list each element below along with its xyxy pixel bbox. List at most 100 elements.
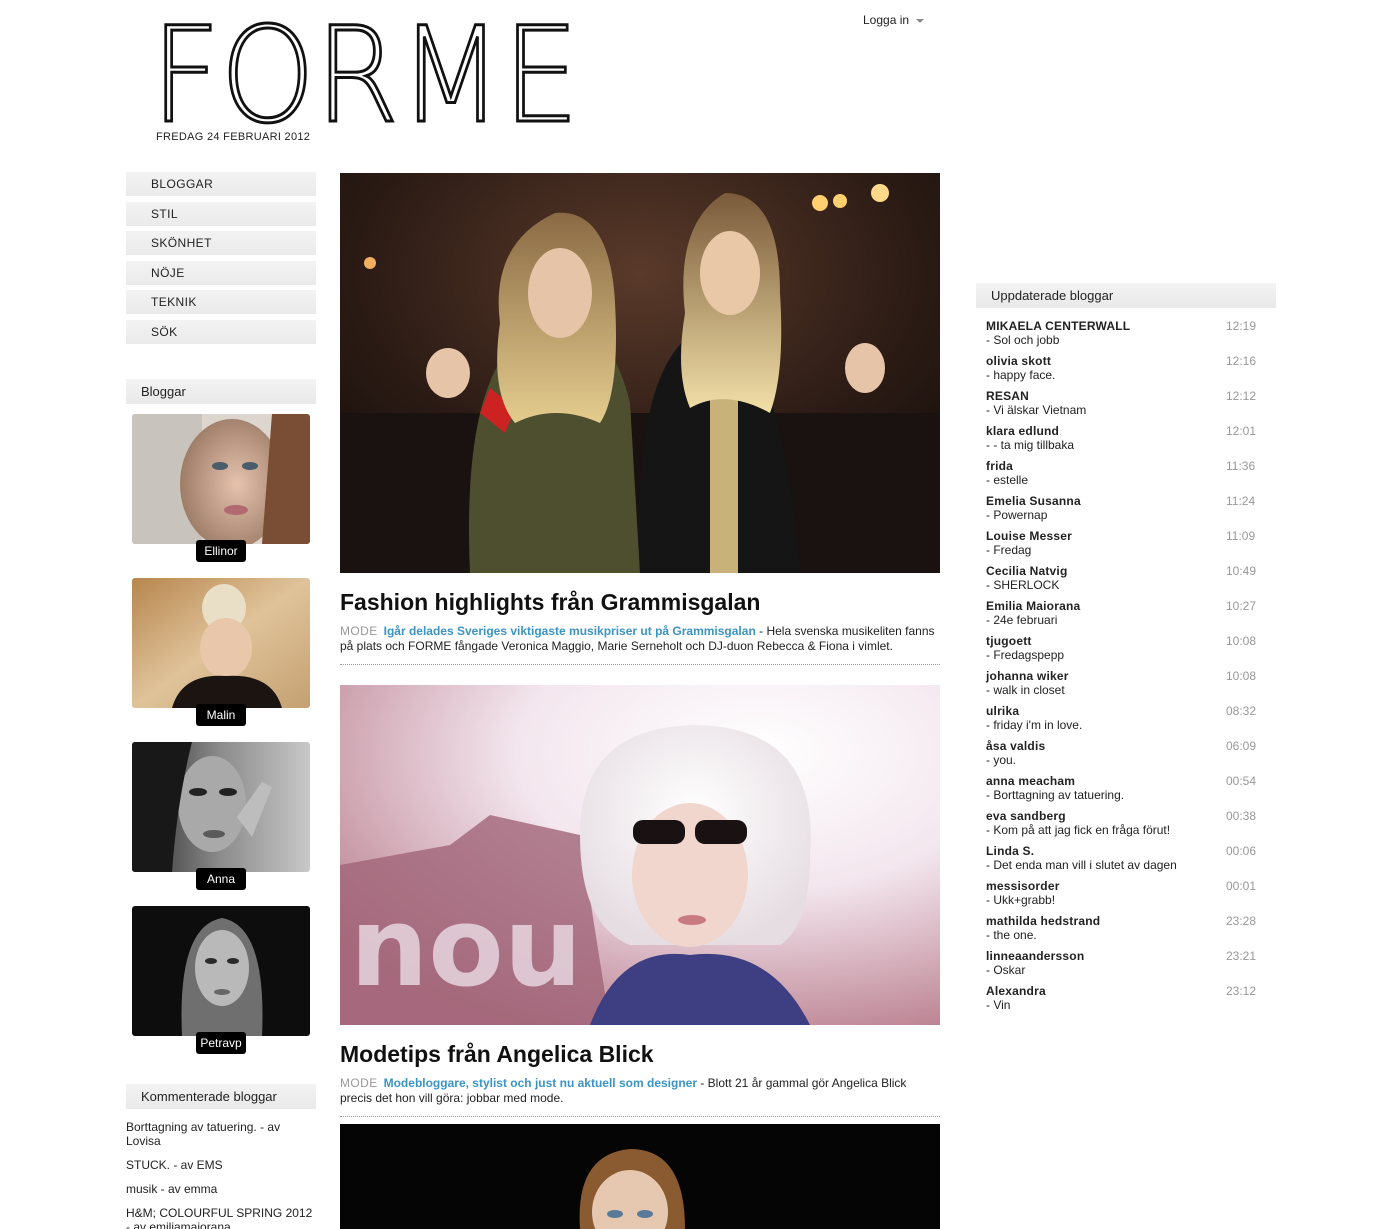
updated-blog-post-title[interactable]: - the one. [986,928,1276,942]
article-image[interactable] [340,173,940,573]
updated-blog-post-title[interactable]: - happy face. [986,368,1276,382]
logo-text: FORME [153,18,579,128]
updated-blog-item[interactable]: tjugoett - Fredagspepp 10:08 [976,634,1276,669]
nav-item-bloggar[interactable]: BLOGGAR [126,172,316,196]
blogger-photo-petravp[interactable] [132,906,310,1036]
updated-blog-post-title[interactable]: - Vin [986,998,1276,1012]
updated-blog-item[interactable]: johanna wiker - walk in closet 10:08 [976,669,1276,704]
updated-blog-time: 11:36 [1226,459,1256,473]
updated-blog-item[interactable]: Cecilia Natvig - SHERLOCK 10:49 [976,564,1276,599]
nav-item-stil[interactable]: STIL [126,201,316,226]
article-image[interactable]: nou [340,685,940,1025]
blogger-name-petravp[interactable]: Petravp [196,1032,246,1054]
updated-blog-time: 10:08 [1226,669,1257,683]
site-logo[interactable]: FORME [150,0,583,155]
updated-blog-post-title[interactable]: - Borttagning av tatuering. [986,788,1276,802]
blogger-photo-ellinor[interactable] [132,414,310,544]
updated-blog-item[interactable]: anna meacham - Borttagning av tatuering. 0… [976,774,1276,809]
article-divider [340,664,940,665]
updated-blog-item[interactable]: messisorder - Ukk+grabb! 00:01 [976,879,1276,914]
nav-item-skonhet[interactable]: SKÖNHET [126,231,316,256]
updated-blog-item[interactable]: eva sandberg - Kom på att jag fick en frå… [976,809,1276,844]
nav-item-noje[interactable]: NÖJE [126,260,316,285]
blogger-name-ellinor[interactable]: Ellinor [196,540,246,562]
updated-blog-time: 06:09 [1226,739,1257,753]
updated-blogs-list: MIKAELA CENTERWALL - Sol och jobb 12:19 oli… [976,319,1276,1019]
login-menu[interactable]: Logga in [863,13,925,27]
updated-blog-item[interactable]: mathilda hedstrand - the one. 23:28 [976,914,1276,949]
updated-blog-post-title[interactable]: - - ta mig tillbaka [986,438,1276,452]
updated-blog-item[interactable]: Emilia Maiorana - 24e februari 10:27 [976,599,1276,634]
blogger-name-anna[interactable]: Anna [196,868,246,890]
updated-blog-post-title[interactable]: - Fredag [986,543,1276,557]
article-title[interactable]: Modetips från Angelica Blick [340,1041,940,1068]
article-category[interactable]: MODE [340,624,378,638]
updated-blog-item[interactable]: linneaandersson - Oskar 23:21 [976,949,1276,984]
nav-item-sok[interactable]: SÖK [126,319,316,344]
kommenterad-item[interactable]: STUCK. - av EMS [126,1158,316,1172]
updated-blog-post-title[interactable]: - Sol och jobb [986,333,1276,347]
updated-blog-item[interactable]: Louise Messer - Fredag 11:09 [976,529,1276,564]
updated-blog-item[interactable]: klara edlund - - ta mig tillbaka 12:01 [976,424,1276,459]
updated-blog-time: 00:01 [1226,879,1257,893]
updated-blog-item[interactable]: Alexandra - Vin 23:12 [976,984,1276,1019]
updated-blog-item[interactable]: olivia skott - happy face. 12:16 [976,354,1276,389]
login-label[interactable]: Logga in [863,13,909,27]
updated-blog-post-title[interactable]: - Powernap [986,508,1276,522]
updated-blog-item[interactable]: frida - estelle 11:36 [976,459,1276,494]
bloggar-box: Bloggar Ellinor Malin Anna Petravp [126,379,316,1054]
updated-blog-post-title[interactable]: - Det enda man vill i slutet av dagen [986,858,1276,872]
updated-blog-item[interactable]: MIKAELA CENTERWALL - Sol och jobb 12:19 [976,319,1276,354]
article-image[interactable] [340,1124,940,1229]
chevron-down-icon[interactable] [916,18,925,23]
blogger-name-malin[interactable]: Malin [196,704,246,726]
kommenterad-item[interactable]: musik - av emma [126,1182,316,1196]
updated-blog-post-title[interactable]: - Oskar [986,963,1276,977]
kommenterade-heading: Kommenterade bloggar [126,1084,316,1109]
blogger-photo-anna[interactable] [132,742,310,872]
updated-blog-post-title[interactable]: - SHERLOCK [986,578,1276,592]
kommenterad-item[interactable]: H&M; COLOURFUL SPRING 2012 - av emiliama… [126,1206,316,1229]
updated-blogs-box: Uppdaterade bloggar MIKAELA CENTERWALL - … [976,283,1276,1019]
updated-blog-time: 00:54 [1226,774,1257,788]
updated-blog-post-title[interactable]: - Kom på att jag fick en fråga förut! [986,823,1276,837]
nav-item-teknik[interactable]: TEKNIK [126,290,316,315]
forme-logo-graphic: FORME [150,0,581,155]
updated-blog-time: 12:01 [1226,424,1257,438]
updated-blog-item[interactable]: Linda S. - Det enda man vill i slutet av … [976,844,1276,879]
article-photo: nou [340,685,940,1025]
article-lead[interactable]: Igår delades Sveriges viktigaste musikpr… [384,624,756,638]
updated-blog-item[interactable]: RESAN - Vi älskar Vietnam 12:12 [976,389,1276,424]
blogger-photo-malin[interactable] [132,578,310,708]
updated-blog-post-title[interactable]: - you. [986,753,1276,767]
article-photo [340,1124,940,1229]
updated-blog-post-title[interactable]: - friday i'm in love. [986,718,1276,732]
updated-blog-item[interactable]: Emelia Susanna - Powernap 11:24 [976,494,1276,529]
blogger-photo-image [132,414,310,544]
blogger-photo-image [132,742,310,872]
updated-blog-time: 11:09 [1226,529,1256,543]
article-category[interactable]: MODE [340,1076,378,1090]
article-photo [340,173,940,573]
updated-blog-post-title[interactable]: - estelle [986,473,1276,487]
updated-blog-time: 10:08 [1226,634,1257,648]
updated-blog-time: 23:12 [1226,984,1257,998]
updated-blog-item[interactable]: ulrika - friday i'm in love. 08:32 [976,704,1276,739]
updated-blog-post-title[interactable]: - walk in closet [986,683,1276,697]
updated-blog-item[interactable]: åsa valdis - you. 06:09 [976,739,1276,774]
article-title[interactable]: Fashion highlights från Grammisgalan [340,589,940,616]
article-card [340,1124,940,1229]
updated-blog-time: 11:24 [1226,494,1256,508]
updated-blog-time: 10:49 [1226,564,1257,578]
blogger-photo-image [132,906,310,1036]
article-lead[interactable]: Modebloggare, stylist och just nu aktuel… [384,1076,697,1090]
updated-blog-post-title[interactable]: - Ukk+grabb! [986,893,1276,907]
blogger-photo-image [132,578,310,708]
photo-sign-text: nou [350,883,582,1011]
updated-blog-post-title[interactable]: - Vi älskar Vietnam [986,403,1276,417]
updated-blog-post-title[interactable]: - Fredagspepp [986,648,1276,662]
updated-blog-time: 10:27 [1226,599,1257,613]
updated-blog-post-title[interactable]: - 24e februari [986,613,1276,627]
article-card: nou Modetips från Angelica Blick MODE Mod… [340,685,940,1117]
kommenterad-item[interactable]: Borttagning av tatuering. - av Lovisa [126,1120,316,1148]
